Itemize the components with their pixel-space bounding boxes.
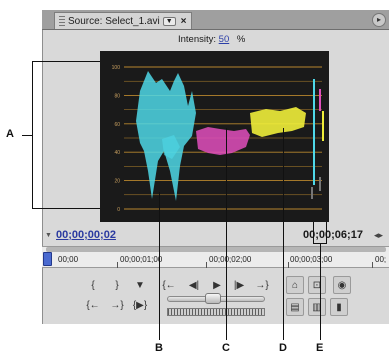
callout-c-line — [226, 128, 227, 340]
callout-d-line — [283, 128, 284, 340]
callout-d: D — [279, 342, 287, 354]
ruler-label-2: 00;00;02;00 — [209, 255, 252, 264]
ruler-tick — [288, 262, 289, 268]
scope-tick-label: 100 — [112, 65, 121, 71]
shuttle-knob[interactable] — [205, 293, 221, 304]
scope-tick-label: 0 — [117, 207, 120, 213]
callout-c: C — [222, 342, 230, 354]
yellow-waveform — [250, 107, 306, 137]
duration-timecode: 00;00;06;17 — [303, 229, 363, 241]
output-icon[interactable]: ◉ — [333, 276, 351, 294]
yellow-level-bar — [322, 111, 324, 141]
play-icon[interactable]: ▶ — [208, 276, 226, 294]
magenta-level-bar — [319, 89, 321, 111]
loop-icon[interactable]: ⌂ — [286, 276, 304, 294]
mark-out-icon[interactable]: } — [108, 276, 126, 294]
jog-disk[interactable] — [167, 308, 265, 316]
scope-tick-label: 20 — [114, 179, 120, 185]
scope-tick-label: 80 — [114, 93, 120, 99]
step-back-icon[interactable]: ◀| — [185, 276, 203, 294]
ruler-label-3: 00;00;03;00 — [290, 255, 333, 264]
intensity-label: Intensity: — [178, 34, 217, 45]
mark-in-icon[interactable]: { — [84, 276, 102, 294]
panel-menu-icon[interactable]: ▸ — [372, 13, 386, 27]
set-marker-icon[interactable]: ▼ — [131, 276, 149, 294]
ruler-tick — [372, 262, 373, 268]
zoom-scroll-bar[interactable] — [46, 247, 386, 252]
overlay-icon[interactable]: ▥ — [308, 298, 326, 316]
ruler-tick — [206, 262, 207, 268]
yc-waveform-scope: 100 80 60 40 20 0 — [100, 51, 329, 222]
play-in-to-out-icon[interactable]: {▶} — [131, 296, 149, 314]
current-timecode[interactable]: 00;00;00;02 — [56, 229, 116, 241]
intensity-unit: % — [236, 34, 246, 45]
go-to-out-icon[interactable]: →} — [253, 276, 271, 294]
cyan-level-bar — [313, 79, 315, 185]
callout-a-stub — [22, 135, 32, 136]
collapse-arrow-icon[interactable]: ▼ — [45, 232, 52, 239]
callout-e-bracket — [313, 222, 327, 244]
callout-a-bracket — [32, 61, 100, 209]
gray-level-bar-1 — [311, 187, 313, 199]
close-icon[interactable]: × — [181, 16, 187, 27]
playhead[interactable] — [43, 252, 52, 266]
cyan-waveform — [136, 71, 196, 201]
scope-tick-label: 40 — [114, 150, 120, 156]
grip-icon[interactable] — [59, 16, 65, 26]
callout-e: E — [316, 342, 324, 354]
go-to-in-icon[interactable]: {← — [160, 276, 178, 294]
scope-tick-label: 60 — [114, 122, 120, 128]
gray-level-bar-2 — [319, 177, 321, 191]
ruler-tick — [117, 262, 118, 268]
callout-a: A — [6, 128, 14, 140]
go-to-previous-marker-icon[interactable]: {← — [84, 296, 102, 314]
callout-e-line — [320, 244, 321, 340]
callout-b: B — [155, 342, 163, 354]
dropdown-icon[interactable]: ▼ — [162, 16, 176, 26]
ruler-label-4: 00; — [375, 255, 387, 264]
source-tab[interactable]: Source: Select_1.avi ▼ × — [54, 12, 192, 29]
go-to-next-marker-icon[interactable]: →} — [108, 296, 126, 314]
ruler-label-0: 00;00 — [58, 255, 79, 264]
step-forward-icon[interactable]: |▶ — [230, 276, 248, 294]
take-audio-video-icon[interactable]: ▮ — [330, 298, 348, 316]
intensity-control: Intensity: 50 % — [178, 34, 245, 45]
magenta-waveform — [196, 127, 250, 155]
timecode-menu-icon[interactable]: ◂▸ — [374, 230, 383, 241]
insert-icon[interactable]: ▤ — [286, 298, 304, 316]
callout-b-line — [159, 192, 160, 340]
safe-margins-icon[interactable]: ⊡ — [308, 276, 326, 294]
intensity-value[interactable]: 50 — [219, 34, 230, 45]
ruler-label-1: 00;00;01;00 — [120, 255, 163, 264]
source-tab-title: Source: Select_1.avi — [68, 15, 160, 27]
